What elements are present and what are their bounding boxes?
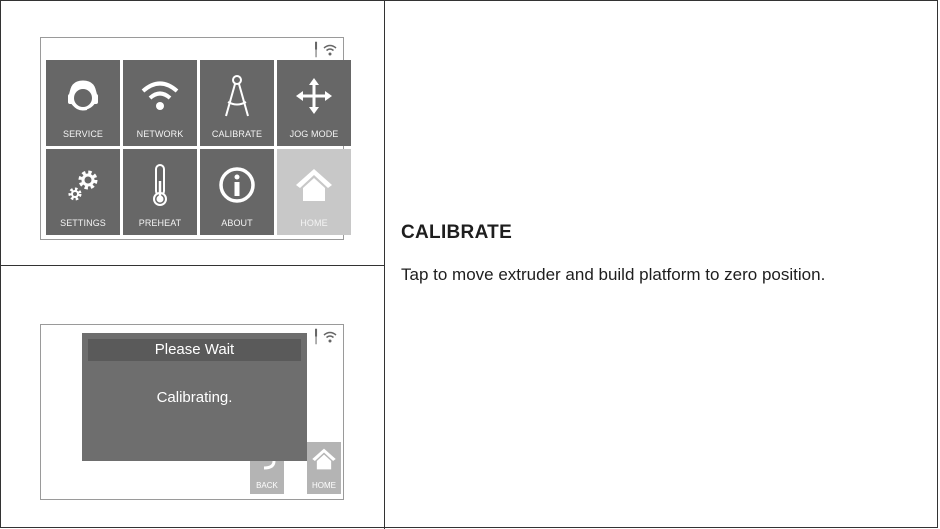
home-button[interactable]: HOME [307, 442, 341, 494]
printer-menu-screen: ╿ SERVICE NETWORK CALIBRATE JOG MODE SET… [40, 37, 351, 240]
dialog-title: Please Wait [88, 339, 301, 361]
calibrating-screen: ╿ BACK HOME Please Wait Calibrating. [40, 324, 344, 500]
tile-label: ABOUT [221, 218, 253, 228]
status-indicators: ╿ [312, 43, 337, 56]
jog-mode-tile[interactable]: JOG MODE [277, 60, 351, 146]
dialog-message: Calibrating. [156, 389, 233, 406]
wifi-icon [141, 81, 179, 110]
please-wait-dialog: Please Wait Calibrating. [82, 333, 307, 461]
row-divider [0, 265, 385, 266]
home-tile[interactable]: HOME [277, 149, 351, 235]
tile-label: HOME [300, 218, 328, 228]
about-tile[interactable]: ABOUT [200, 149, 274, 235]
gears-icon [68, 170, 98, 201]
wifi-status-icon [323, 331, 337, 342]
network-tile[interactable]: NETWORK [123, 60, 197, 146]
tile-label: JOG MODE [289, 129, 339, 139]
settings-tile[interactable]: SETTINGS [46, 149, 120, 235]
calibrate-tile[interactable]: CALIBRATE [200, 60, 274, 146]
thermometer-status-icon: ╿ [312, 329, 320, 344]
tile-label: SERVICE [62, 129, 104, 139]
tile-label: CALIBRATE [211, 129, 263, 139]
compass-icon [225, 75, 249, 117]
status-indicators: ╿ [312, 330, 337, 343]
info-icon [219, 167, 255, 203]
move-arrows-icon [296, 78, 332, 114]
service-tile[interactable]: SERVICE [46, 60, 120, 146]
home-icon [312, 448, 336, 470]
tile-label: PREHEAT [138, 218, 182, 228]
menu-grid: SERVICE NETWORK CALIBRATE JOG MODE SETTI… [46, 60, 351, 235]
tile-label: SETTINGS [60, 218, 106, 228]
headset-icon [68, 80, 98, 111]
thermometer-status-icon: ╿ [312, 42, 320, 57]
back-label: BACK [256, 481, 278, 490]
tile-label: NETWORK [136, 129, 184, 139]
section-heading: CALIBRATE [401, 222, 513, 243]
thermometer-icon [153, 164, 167, 206]
preheat-tile[interactable]: PREHEAT [123, 149, 197, 235]
home-icon [296, 169, 332, 201]
section-description: Tap to move extruder and build platform … [401, 265, 826, 284]
home-label: HOME [312, 481, 336, 490]
wifi-status-icon [323, 44, 337, 55]
